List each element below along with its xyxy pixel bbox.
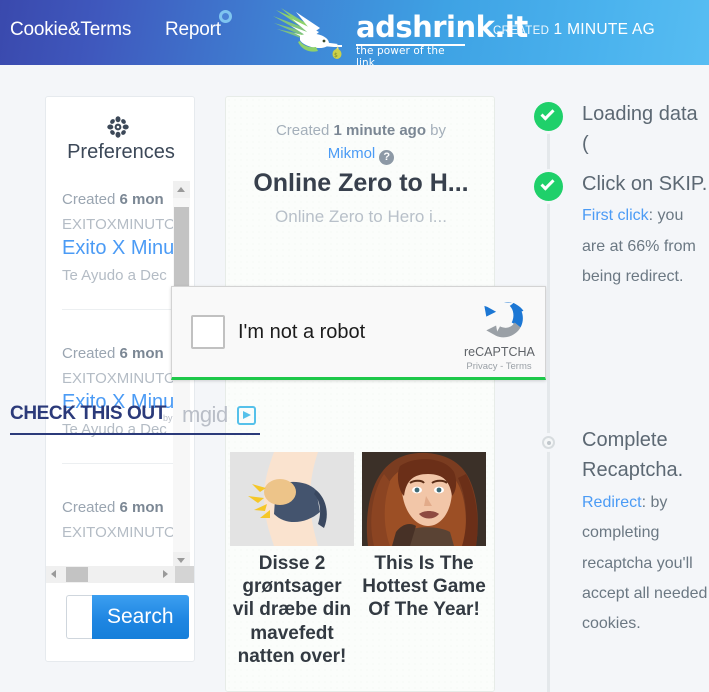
ad-caption: This Is The Hottest Game Of The Year! xyxy=(362,553,486,621)
ad-card[interactable]: Disse 2 grøntsager vil dræbe din mavefed… xyxy=(230,452,354,668)
steps-connector-line xyxy=(547,132,550,692)
recaptcha-logo-icon xyxy=(484,302,524,338)
ad-card[interactable]: This Is The Hottest Game Of The Year! xyxy=(362,452,486,622)
horizontal-scrollbar-thumb[interactable] xyxy=(66,567,88,582)
vertical-scrollbar-thumb[interactable] xyxy=(174,207,189,287)
recaptcha-widget: I'm not a robot reCAPTCHA Privacy - Term… xyxy=(171,286,546,380)
top-header-bar: Cookie&Terms Report $ adshrink.it the po… xyxy=(0,0,709,65)
link-description: Online Zero to Hero i... xyxy=(275,207,447,226)
woman-portrait-illustration-icon xyxy=(362,452,486,546)
header-created-value: 1 MINUTE AG xyxy=(553,21,656,38)
search-button[interactable]: Search xyxy=(92,595,189,639)
step-status-check-icon xyxy=(534,172,563,201)
progress-steps: Loading data ( Click on SKIP. First clic… xyxy=(525,96,709,692)
step-status-check-icon xyxy=(534,102,563,131)
play-triangle-icon xyxy=(237,406,256,425)
nav-cookie-terms[interactable]: Cookie&Terms xyxy=(10,19,131,41)
recaptcha-brand: reCAPTCHA xyxy=(464,345,535,359)
preferences-title: Preferences xyxy=(67,141,175,163)
header-created-label: CREATED xyxy=(493,25,550,37)
question-mark-icon[interactable]: ? xyxy=(379,150,395,165)
step-detail: Redirect: by completing recaptcha you'll… xyxy=(582,488,709,640)
report-notification-badge-icon xyxy=(219,10,232,23)
search-row: Search xyxy=(66,595,189,639)
nav-report[interactable]: Report xyxy=(165,19,221,41)
step-detail-highlight[interactable]: Redirect xyxy=(582,494,642,511)
scroll-right-arrow-icon[interactable] xyxy=(157,566,174,583)
recaptcha-label: I'm not a robot xyxy=(238,321,366,343)
step-title: Complete Recaptcha. xyxy=(582,429,684,482)
search-input[interactable] xyxy=(66,595,92,639)
step-detail-text: : by completing recaptcha you'll accept … xyxy=(582,493,708,633)
step-title: Click on SKIP. xyxy=(582,173,708,195)
gear-icon[interactable] xyxy=(106,115,130,139)
step-title: Loading data ( xyxy=(582,103,698,156)
scroll-left-arrow-icon[interactable] xyxy=(46,566,63,583)
ad-network-name: mgid xyxy=(182,402,228,427)
ad-thumbnail xyxy=(230,452,354,546)
logo-tagline: the power of the link xyxy=(356,45,445,65)
step-detail-highlight[interactable]: First click xyxy=(582,207,649,224)
belly-fat-illustration-icon xyxy=(230,452,354,546)
horizontal-scrollbar[interactable] xyxy=(46,566,194,583)
site-logo[interactable]: $ adshrink.it the power of the link xyxy=(272,4,528,65)
author-link[interactable]: Mikmol xyxy=(328,145,376,162)
ad-caption: Disse 2 grøntsager vil dræbe din mavefed… xyxy=(232,553,352,667)
center-author-row: Mikmol? xyxy=(226,145,494,165)
header-created-info: CREATED 1 MINUTE AG xyxy=(493,21,655,39)
step-detail: First click: you are at 66% from being r… xyxy=(582,201,709,292)
step-status-pending-icon xyxy=(542,436,555,449)
scrollbar-corner xyxy=(175,566,194,583)
center-created-info: Created 1 minute ago by xyxy=(275,122,447,139)
ad-thumbnail xyxy=(362,452,486,546)
scroll-up-arrow-icon[interactable] xyxy=(173,181,190,198)
svg-text:$: $ xyxy=(334,52,338,59)
stork-logo-icon: $ xyxy=(273,8,342,59)
ad-by-label: by xyxy=(163,413,173,423)
ad-header: CHECK THIS OUT by mgid xyxy=(10,402,260,435)
list-separator xyxy=(62,309,180,310)
link-title: Online Zero to H... xyxy=(253,169,469,197)
recaptcha-terms[interactable]: Privacy - Terms xyxy=(464,361,534,372)
ad-heading: CHECK THIS OUT xyxy=(10,403,166,424)
recaptcha-checkbox[interactable] xyxy=(191,315,225,349)
list-separator xyxy=(62,463,180,464)
